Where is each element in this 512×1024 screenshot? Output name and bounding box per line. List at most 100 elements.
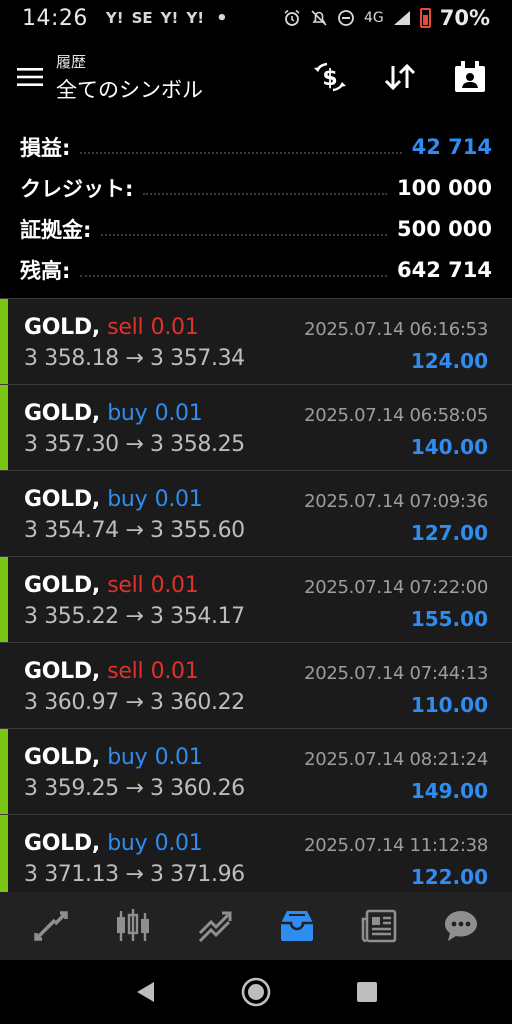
calendar-icon xyxy=(455,61,485,92)
nav-quotes[interactable] xyxy=(21,896,81,956)
deals-list: GOLD, sell 0.01 3 358.18 → 3 357.34 2025… xyxy=(0,298,512,892)
deal-prices: 3 358.18 → 3 357.34 xyxy=(24,346,245,371)
mute-icon xyxy=(311,10,327,26)
news-icon xyxy=(361,909,397,943)
deal-symbol: GOLD, xyxy=(24,401,100,426)
deal-marker xyxy=(0,729,8,814)
sort-button[interactable] xyxy=(378,55,422,99)
page-subtitle: 履歴 xyxy=(56,52,87,71)
deal-profit: 122.00 xyxy=(410,865,488,889)
profit-value: 42 714 xyxy=(411,134,492,159)
deal-prices: 3 354.74 → 3 355.60 xyxy=(24,518,245,543)
status-bar: 14:26 Y! SE Y! Y! • 4G 70% xyxy=(0,0,512,36)
summary-row-profit: 損益: 42 714 xyxy=(20,126,492,167)
dotted-leader xyxy=(80,151,402,154)
menu-button[interactable] xyxy=(0,36,60,118)
deal-volume: 0.01 xyxy=(150,659,199,684)
page-title[interactable]: 全てのシンボル xyxy=(56,74,203,104)
deal-symbol: GOLD, xyxy=(24,745,100,770)
deal-prices: 3 371.13 → 3 371.96 xyxy=(24,862,245,887)
account-summary: 損益: 42 714 クレジット: 100 000 証拠金: 500 000 残… xyxy=(0,118,512,298)
se-icon: SE xyxy=(131,9,153,27)
alarm-icon xyxy=(284,9,300,26)
nav-news[interactable] xyxy=(349,896,409,956)
deal-side: buy xyxy=(107,831,148,856)
back-button[interactable] xyxy=(123,970,167,1014)
more-notifications-icon: • xyxy=(216,7,228,29)
notification-icons: Y! SE Y! Y! • xyxy=(106,8,228,29)
yahoo-icon: Y! xyxy=(186,9,205,27)
deal-prices: 3 357.30 → 3 358.25 xyxy=(24,432,245,457)
deal-marker xyxy=(0,385,8,470)
deal-side: sell xyxy=(107,315,144,340)
home-icon xyxy=(241,977,271,1007)
history-icon xyxy=(281,911,313,941)
deal-prices: 3 360.97 → 3 360.22 xyxy=(24,690,245,715)
home-button[interactable] xyxy=(234,970,278,1014)
deal-side: buy xyxy=(107,401,148,426)
deposit-label: 証拠金: xyxy=(20,217,92,242)
deal-row[interactable]: GOLD, buy 0.01 3 354.74 → 3 355.60 2025.… xyxy=(0,470,512,556)
summary-row-deposit: 証拠金: 500 000 xyxy=(20,208,492,249)
dnd-icon xyxy=(338,10,354,26)
battery-percent: 70% xyxy=(439,6,490,30)
deal-datetime: 2025.07.14 06:16:53 xyxy=(304,319,488,340)
deal-datetime: 2025.07.14 08:21:24 xyxy=(304,749,488,770)
deal-symbol: GOLD, xyxy=(24,315,100,340)
deal-side: sell xyxy=(107,573,144,598)
balance-label: 残高: xyxy=(20,258,71,283)
dotted-leader xyxy=(143,192,388,195)
nav-chart[interactable] xyxy=(103,896,163,956)
deal-row[interactable]: GOLD, sell 0.01 3 360.97 → 3 360.22 2025… xyxy=(0,642,512,728)
dotted-leader xyxy=(80,274,388,277)
credit-label: クレジット: xyxy=(20,176,134,201)
svg-text:$: $ xyxy=(322,66,337,91)
quotes-icon xyxy=(34,911,68,941)
period-button[interactable] xyxy=(448,55,492,99)
deal-symbol: GOLD, xyxy=(24,659,100,684)
bottom-navigation xyxy=(0,892,512,960)
deal-profit: 127.00 xyxy=(410,521,488,545)
network-type: 4G xyxy=(363,10,384,26)
deal-datetime: 2025.07.14 07:09:36 xyxy=(304,491,488,512)
deal-side: buy xyxy=(107,487,148,512)
deal-symbol: GOLD, xyxy=(24,831,100,856)
deal-marker xyxy=(0,299,8,384)
deal-prices: 3 355.22 → 3 354.17 xyxy=(24,604,245,629)
deal-volume: 0.01 xyxy=(150,573,199,598)
deal-datetime: 2025.07.14 11:12:38 xyxy=(304,835,488,856)
recents-button[interactable] xyxy=(345,970,389,1014)
deal-row[interactable]: GOLD, buy 0.01 3 357.30 → 3 358.25 2025.… xyxy=(0,384,512,470)
nav-history[interactable] xyxy=(267,896,327,956)
summary-row-balance: 残高: 642 714 xyxy=(20,249,492,290)
deal-volume: 0.01 xyxy=(154,831,203,856)
deposit-withdraw-button[interactable]: $ xyxy=(308,55,352,99)
battery-icon xyxy=(419,8,431,28)
credit-value: 100 000 xyxy=(397,175,492,200)
status-time: 14:26 xyxy=(22,5,88,31)
deal-symbol: GOLD, xyxy=(24,573,100,598)
toolbar-titles: 履歴 全てのシンボル xyxy=(56,51,203,104)
deal-side: buy xyxy=(107,745,148,770)
deal-profit: 124.00 xyxy=(410,349,488,373)
yahoo-icon: Y! xyxy=(105,9,124,27)
deposit-value: 500 000 xyxy=(397,216,492,241)
nav-trade[interactable] xyxy=(185,896,245,956)
dotted-leader xyxy=(101,233,388,236)
balance-value: 642 714 xyxy=(397,257,492,282)
back-icon xyxy=(137,982,155,1002)
recents-icon xyxy=(356,982,377,1002)
sort-icon xyxy=(384,63,416,91)
deal-row[interactable]: GOLD, buy 0.01 3 359.25 → 3 360.26 2025.… xyxy=(0,728,512,814)
system-navigation xyxy=(0,960,512,1024)
signal-icon xyxy=(393,11,410,25)
deal-row[interactable]: GOLD, sell 0.01 3 358.18 → 3 357.34 2025… xyxy=(0,298,512,384)
nav-messages[interactable] xyxy=(431,896,491,956)
deal-row[interactable]: GOLD, sell 0.01 3 355.22 → 3 354.17 2025… xyxy=(0,556,512,642)
chart-icon xyxy=(117,909,149,941)
messages-icon xyxy=(445,911,477,941)
deal-side: sell xyxy=(107,659,144,684)
deal-row[interactable]: GOLD, buy 0.01 3 371.13 → 3 371.96 2025.… xyxy=(0,814,512,892)
app-toolbar: 履歴 全てのシンボル $ xyxy=(0,36,512,118)
deal-profit: 110.00 xyxy=(410,693,488,717)
